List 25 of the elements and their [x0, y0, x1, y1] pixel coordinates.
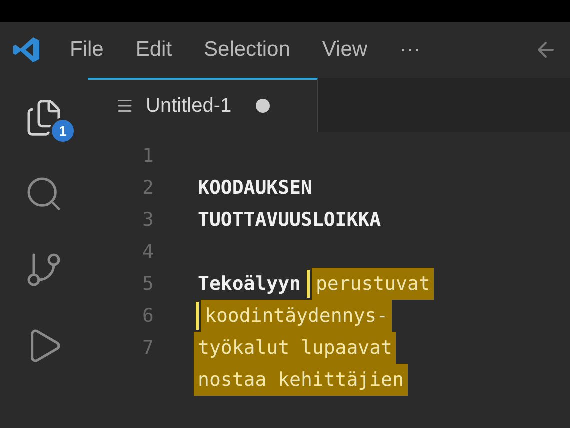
code-text: Tekoälyyn	[197, 272, 302, 297]
selected-text: koodintäydennys-	[201, 300, 392, 332]
menu-item[interactable]: ···	[396, 34, 425, 66]
line-number: 5	[142, 272, 154, 295]
line-number: 1	[142, 144, 154, 167]
selected-text: nostaa kehittäjien	[194, 364, 408, 396]
selected-text: työkalut lupaavat	[194, 332, 396, 364]
text-cursor	[196, 302, 199, 330]
menu-item[interactable]: View	[318, 34, 372, 66]
selected-text: perustuvat	[312, 268, 434, 300]
text-cursor	[306, 270, 310, 298]
code-text: TUOTTAVUUSLOIKKA	[197, 208, 382, 233]
editor-tab[interactable]: Untitled-1	[88, 78, 318, 132]
menu-item[interactable]: File	[66, 34, 108, 66]
menu-item[interactable]: Selection	[200, 34, 294, 66]
line-number: 3	[142, 208, 154, 231]
notification-badge: 1	[50, 118, 76, 144]
logo-icon	[12, 35, 42, 65]
line-number: 2	[142, 176, 154, 199]
line-number: 6	[142, 304, 154, 327]
lines-icon	[116, 97, 134, 115]
menu-item[interactable]: Edit	[132, 34, 176, 66]
line-number: 4	[142, 240, 154, 263]
code-text: KOODAUKSEN	[197, 176, 314, 201]
line-number: 7	[142, 336, 154, 359]
